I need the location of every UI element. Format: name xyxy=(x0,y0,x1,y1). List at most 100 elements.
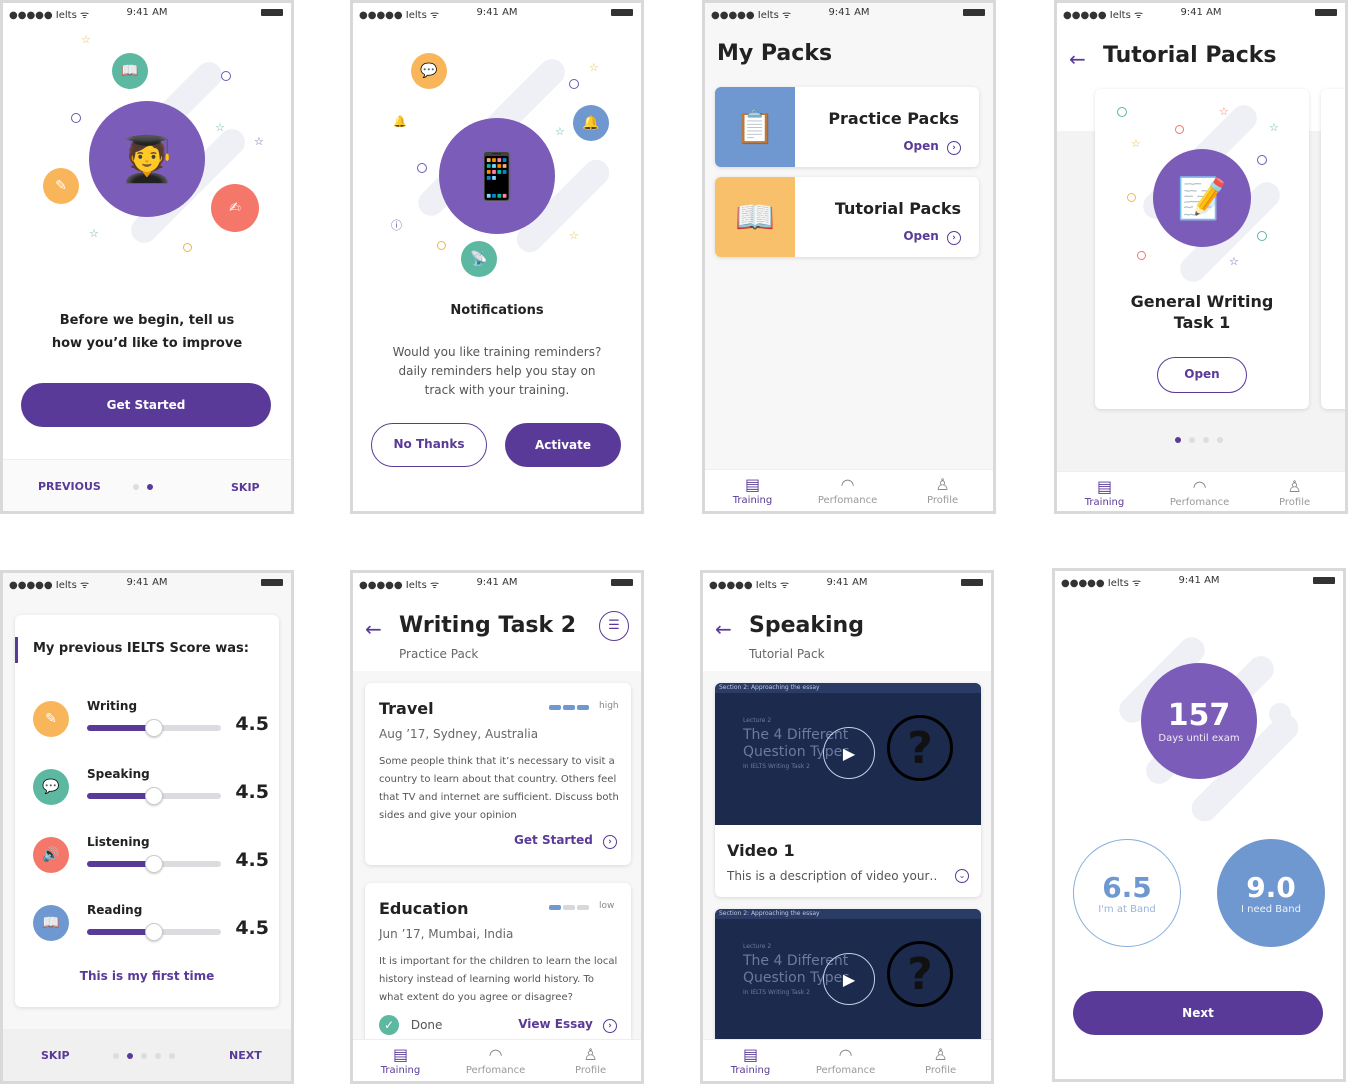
back-arrow-icon[interactable]: ← xyxy=(1069,47,1086,71)
back-arrow-icon[interactable]: ← xyxy=(365,617,382,641)
tab-profile[interactable]: ♙ Profile xyxy=(543,1045,638,1076)
decor-star: ☆ xyxy=(1131,137,1141,150)
performance-icon: ◠ xyxy=(838,1045,853,1064)
essay-card-education[interactable]: Education low Jun ’17, Mumbai, India It … xyxy=(365,883,631,1053)
decor-ring xyxy=(1117,107,1127,117)
tab-performance[interactable]: ◠ Perfomance xyxy=(1152,477,1247,508)
clock: 9:41 AM xyxy=(476,577,518,588)
skip-button[interactable]: SKIP xyxy=(231,481,260,494)
practice-packs-title: Practice Packs xyxy=(828,109,959,128)
slider-knob[interactable] xyxy=(145,787,163,805)
tab-performance-label: Perfomance xyxy=(815,1065,876,1076)
tab-training[interactable]: ▤ Training xyxy=(703,1045,798,1076)
tab-training[interactable]: ▤ Training xyxy=(1057,477,1152,508)
info-icon: ⓘ xyxy=(391,219,402,232)
skill-name: Speaking xyxy=(87,767,150,781)
get-started-link[interactable]: Get Started › xyxy=(514,833,617,849)
previous-button[interactable]: PREVIOUS xyxy=(38,480,101,493)
difficulty-segment xyxy=(563,705,575,710)
performance-icon: ◠ xyxy=(840,475,855,494)
pack-card[interactable]: 📝 ☆ ☆ ☆ ☆ General Writing Task 1 Open xyxy=(1095,89,1309,409)
practice-packs-open[interactable]: Open › xyxy=(903,139,961,155)
clock: 9:41 AM xyxy=(126,7,168,18)
status-bar: ●●●●● Ielts ᯤ 9:41 AM xyxy=(1055,571,1343,591)
open-button[interactable]: Open xyxy=(1157,357,1247,393)
speaking-slider[interactable] xyxy=(87,787,221,805)
practice-packs-card[interactable]: 📋 Practice Packs Open › xyxy=(715,87,979,167)
filter-icon[interactable]: ☰ xyxy=(599,611,629,641)
broadcast-icon: 📡 xyxy=(461,241,497,277)
heading-accent xyxy=(15,637,18,663)
tutorial-packs-screen: ●●●●● Ielts ᯤ 9:41 AM ← Tutorial Packs 📝… xyxy=(1054,0,1348,514)
battery-icon xyxy=(1313,577,1335,584)
listening-slider[interactable] xyxy=(87,855,221,873)
tutorial-packs-title: Tutorial Packs xyxy=(834,199,961,218)
speech-bubble-icon: 💬 xyxy=(33,769,69,805)
video-card[interactable]: Section 2: Approaching the essay Lecture… xyxy=(715,909,981,1049)
no-thanks-button[interactable]: No Thanks xyxy=(371,423,487,467)
target-band-circle[interactable]: 9.0 I need Band xyxy=(1217,839,1325,947)
essay-title: Education xyxy=(379,899,469,918)
tutorial-packs-open[interactable]: Open › xyxy=(903,229,961,245)
essay-card-travel[interactable]: Travel high Aug ’17, Sydney, Australia S… xyxy=(365,683,631,865)
decor-star: ☆ xyxy=(215,121,225,134)
tab-training[interactable]: ▤ Training xyxy=(353,1045,448,1076)
essay-body: Some people think that it’s necessary to… xyxy=(379,756,619,821)
tab-profile[interactable]: ♙ Profile xyxy=(895,475,990,506)
clock: 9:41 AM xyxy=(476,7,518,18)
status-bar: ●●●●● Ielts ᯤ 9:41 AM xyxy=(1057,3,1345,23)
check-icon: ✓ xyxy=(379,1015,399,1035)
decor-ring xyxy=(1137,251,1146,260)
tab-training[interactable]: ▤ Training xyxy=(705,475,800,506)
writing-slider[interactable] xyxy=(87,719,221,737)
tab-bar: ▤ Training ◠ Perfomance ♙ Profile xyxy=(1057,471,1345,511)
activate-button[interactable]: Activate xyxy=(505,423,621,467)
tab-performance[interactable]: ◠ Perfomance xyxy=(800,475,895,506)
slider-knob[interactable] xyxy=(145,923,163,941)
reading-slider[interactable] xyxy=(87,923,221,941)
small-bell-icon: 🔔 xyxy=(393,115,407,128)
first-time-link[interactable]: This is my first time xyxy=(15,969,279,983)
clock: 9:41 AM xyxy=(126,577,168,588)
open-book-icon: 📖 xyxy=(715,177,795,257)
play-icon[interactable]: ▶ xyxy=(823,953,875,1005)
video-thumbnail[interactable]: Section 2: Approaching the essay Lecture… xyxy=(715,683,981,825)
tab-profile[interactable]: ♙ Profile xyxy=(893,1045,988,1076)
question-mark-icon: ? xyxy=(887,715,953,781)
next-button[interactable]: NEXT xyxy=(229,1049,262,1062)
get-started-button[interactable]: Get Started xyxy=(21,383,271,427)
video-section-header: Section 2: Approaching the essay xyxy=(715,909,981,919)
video-thumbnail[interactable]: Section 2: Approaching the essay Lecture… xyxy=(715,909,981,1049)
video-card[interactable]: Section 2: Approaching the essay Lecture… xyxy=(715,683,981,897)
play-icon[interactable]: ▶ xyxy=(823,727,875,779)
tab-profile[interactable]: ♙ Profile xyxy=(1247,477,1342,508)
clipboard-writing-illustration: 📝 xyxy=(1153,149,1251,247)
tab-performance[interactable]: ◠ Perfomance xyxy=(798,1045,893,1076)
open-label: Open xyxy=(903,139,939,153)
difficulty-label: low xyxy=(599,901,615,911)
next-button[interactable]: Next xyxy=(1073,991,1323,1035)
tab-performance-label: Perfomance xyxy=(817,495,878,506)
slider-knob[interactable] xyxy=(145,855,163,873)
view-essay-link[interactable]: View Essay › xyxy=(518,1017,617,1033)
tab-performance[interactable]: ◠ Perfomance xyxy=(448,1045,543,1076)
page-subtitle: Practice Pack xyxy=(399,647,479,661)
current-band-circle[interactable]: 6.5 I'm at Band xyxy=(1073,839,1181,947)
back-arrow-icon[interactable]: ← xyxy=(715,617,732,641)
chevron-down-icon[interactable]: ⌄ xyxy=(955,869,969,883)
training-icon: ▤ xyxy=(742,1045,759,1064)
my-packs-screen: ●●●●● Ielts ᯤ 9:41 AM My Packs 📋 Practic… xyxy=(702,0,996,514)
battery-icon xyxy=(261,9,283,16)
tutorial-packs-card[interactable]: 📖 Tutorial Packs Open › xyxy=(715,177,979,257)
decor-star: ☆ xyxy=(555,125,565,138)
chevron-right-icon: › xyxy=(603,1019,617,1033)
skip-button[interactable]: SKIP xyxy=(41,1049,70,1062)
training-icon: ▤ xyxy=(744,475,761,494)
next-pack-card-peek[interactable] xyxy=(1321,89,1345,409)
decor-ring xyxy=(221,71,231,81)
slider-knob[interactable] xyxy=(145,719,163,737)
skill-name: Reading xyxy=(87,903,143,917)
exam-countdown-screen: ●●●●● Ielts ᯤ 9:41 AM 157 Days until exa… xyxy=(1052,568,1346,1082)
page-dot-active xyxy=(127,1053,133,1059)
footer-bar: SKIP NEXT xyxy=(3,1029,291,1081)
